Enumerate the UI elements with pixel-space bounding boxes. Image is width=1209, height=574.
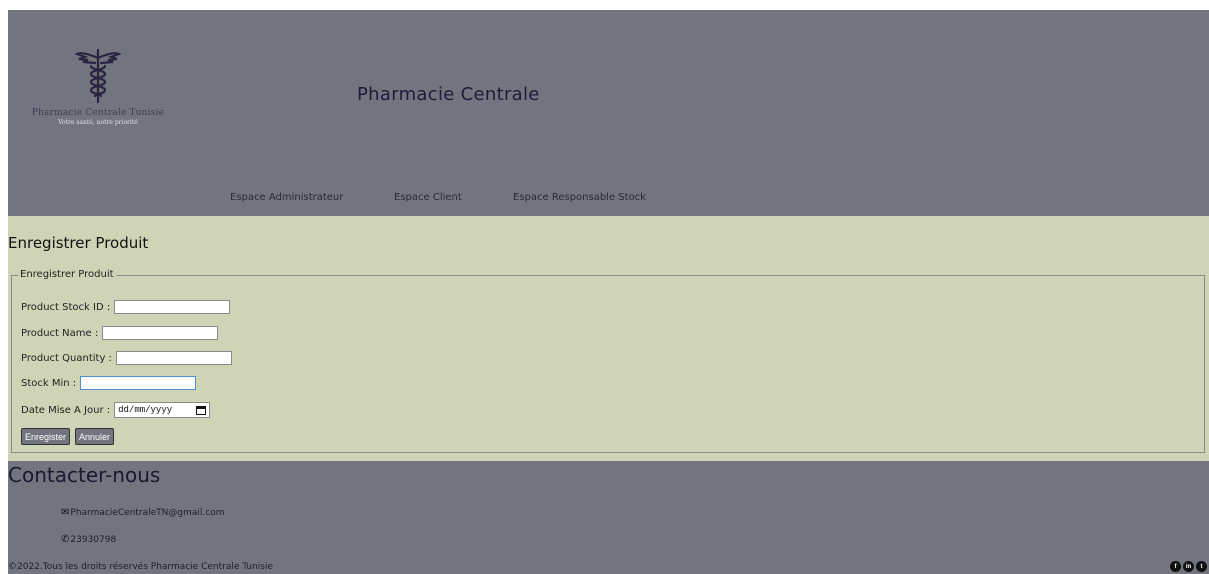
form-row-date: Date Mise A Jour : dd/mm/yyyy xyxy=(21,402,211,418)
product-quantity-input[interactable] xyxy=(115,351,232,365)
envelope-icon: ✉ xyxy=(61,507,70,518)
stock-min-input[interactable] xyxy=(80,376,197,390)
linkedin-icon[interactable]: in xyxy=(1183,561,1194,572)
footer: Contacter-nous ✉ PharmacieCentraleTN@gma… xyxy=(8,461,1209,574)
date-placeholder: dd/mm/yyyy xyxy=(118,405,173,415)
social-links: f in t xyxy=(1170,561,1207,572)
phone-text: 23930798 xyxy=(70,534,117,545)
product-name-label: Product Name : xyxy=(21,327,99,339)
nav-item-espace-administrateur[interactable]: Espace Administrateur xyxy=(230,192,343,203)
product-quantity-label: Product Quantity : xyxy=(21,352,112,364)
logo-tagline: Votre santé, notre priorité xyxy=(58,119,138,126)
copyright: ©2022.Tous les droits réservés Pharmacie… xyxy=(8,562,274,572)
twitter-icon[interactable]: t xyxy=(1196,561,1207,572)
contact-email: ✉ PharmacieCentraleTN@gmail.com xyxy=(61,507,224,518)
phone-icon: ✆ xyxy=(61,534,70,545)
date-input[interactable]: dd/mm/yyyy xyxy=(114,402,211,418)
nav-item-espace-client[interactable]: Espace Client xyxy=(394,192,462,203)
form-row-product-quantity: Product Quantity : xyxy=(21,351,232,365)
logo-name: Pharmacie Centrale Tunisie xyxy=(31,108,165,118)
main-content: Enregistrer Produit Enregistrer Produit … xyxy=(8,216,1209,461)
stock-id-input[interactable] xyxy=(114,300,231,314)
calendar-icon[interactable] xyxy=(196,405,207,415)
stock-id-label: Product Stock ID : xyxy=(21,301,111,313)
contact-phone: ✆ 23930798 xyxy=(61,534,116,545)
product-name-input[interactable] xyxy=(102,326,219,340)
date-label: Date Mise A Jour : xyxy=(21,404,111,416)
form-row-stock-min: Stock Min : xyxy=(21,376,197,390)
contact-title: Contacter-nous xyxy=(8,463,161,487)
form-row-stock-id: Product Stock ID : xyxy=(21,300,231,314)
cancel-button[interactable]: Annuler xyxy=(75,428,115,445)
header: Pharmacie Centrale Tunisie Votre santé, … xyxy=(8,10,1209,216)
product-form-fieldset: Enregistrer Produit Product Stock ID : P… xyxy=(11,269,1205,453)
page: Pharmacie Centrale Tunisie Votre santé, … xyxy=(0,10,1209,574)
page-title: Enregistrer Produit xyxy=(8,234,149,252)
facebook-icon[interactable]: f xyxy=(1170,561,1181,572)
form-actions: Enregister Annuler xyxy=(21,428,119,445)
fieldset-legend: Enregistrer Produit xyxy=(18,269,116,280)
logo: Pharmacie Centrale Tunisie Votre santé, … xyxy=(28,48,168,126)
form-row-product-name: Product Name : xyxy=(21,326,219,340)
nav-item-espace-responsable-stock[interactable]: Espace Responsable Stock xyxy=(513,192,646,203)
stock-min-label: Stock Min : xyxy=(21,377,77,389)
save-button[interactable]: Enregister xyxy=(21,428,71,445)
caduceus-icon xyxy=(75,48,121,104)
email-text: PharmacieCentraleTN@gmail.com xyxy=(70,507,225,518)
site-title: Pharmacie Centrale xyxy=(357,84,540,105)
